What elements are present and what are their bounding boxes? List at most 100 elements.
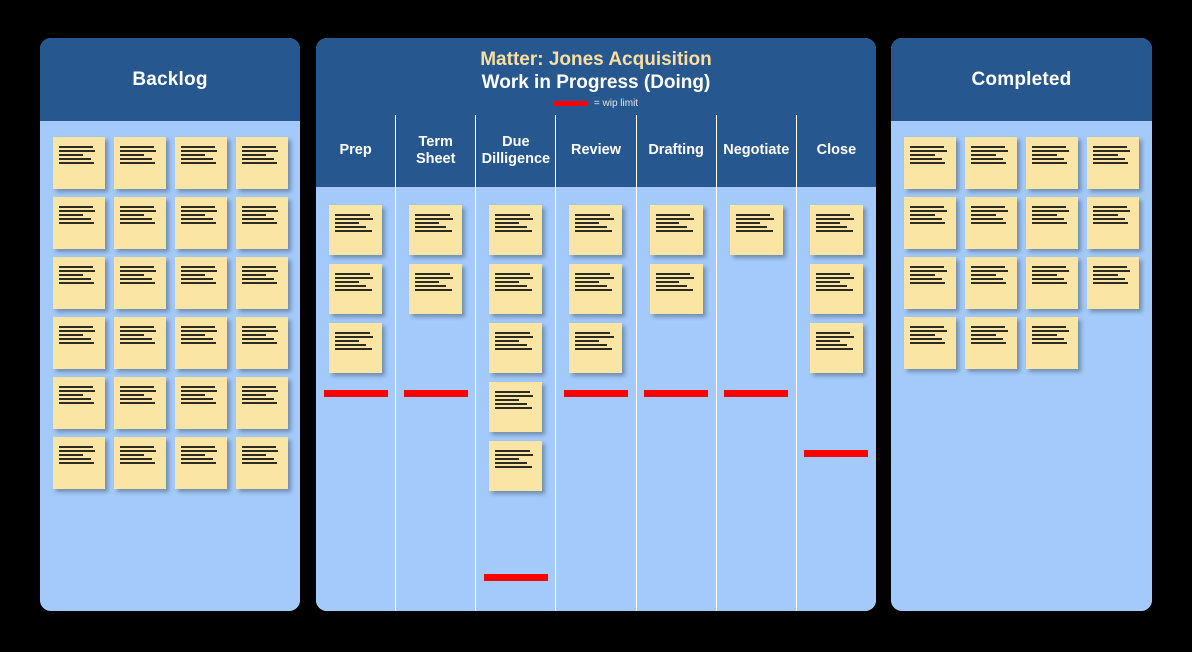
sticky-note-card[interactable]	[52, 197, 105, 249]
wip-board-title: Work in Progress (Doing)	[481, 71, 711, 93]
sticky-note-card[interactable]	[174, 197, 227, 249]
wip-column-review[interactable]: Review	[556, 114, 636, 611]
completed-body[interactable]	[891, 121, 1152, 611]
wip-column-prep[interactable]: Prep	[316, 114, 396, 611]
wip-limit-marker	[644, 389, 709, 397]
backlog-header: Backlog	[40, 38, 300, 121]
sticky-note-card[interactable]	[113, 437, 166, 489]
wip-column-header: Close	[796, 114, 876, 187]
sticky-note-card[interactable]	[174, 137, 227, 189]
note-text-lines	[119, 326, 160, 344]
wip-column-due-dilligence[interactable]: Due Dilligence	[476, 114, 556, 611]
sticky-note-card[interactable]	[235, 317, 288, 369]
sticky-note-card[interactable]	[1026, 137, 1078, 189]
sticky-note-card[interactable]	[904, 317, 956, 369]
note-text-lines	[241, 326, 282, 344]
sticky-note-card[interactable]	[809, 263, 863, 314]
sticky-note-card[interactable]	[489, 381, 543, 432]
sticky-note-card[interactable]	[174, 257, 227, 309]
sticky-note-card[interactable]	[965, 257, 1017, 309]
note-text-lines	[910, 326, 950, 344]
sticky-note-card[interactable]	[235, 197, 288, 249]
sticky-note-card[interactable]	[649, 204, 703, 255]
sticky-note-card[interactable]	[113, 137, 166, 189]
wip-limit-marker	[724, 389, 789, 397]
sticky-note-card[interactable]	[52, 377, 105, 429]
note-text-lines	[971, 266, 1011, 284]
note-text-lines	[1032, 266, 1072, 284]
wip-limit-marker	[804, 449, 869, 457]
wip-column-close[interactable]: Close	[796, 114, 876, 611]
sticky-note-card[interactable]	[904, 257, 956, 309]
wip-header: Matter: Jones Acquisition Work in Progre…	[316, 38, 876, 115]
note-text-lines	[415, 272, 456, 291]
note-text-lines	[241, 386, 282, 404]
sticky-note-card[interactable]	[329, 263, 383, 314]
sticky-note-card[interactable]	[489, 322, 543, 373]
sticky-note-card[interactable]	[809, 322, 863, 373]
note-text-lines	[910, 146, 950, 164]
sticky-note-card[interactable]	[965, 317, 1017, 369]
sticky-note-card[interactable]	[1026, 197, 1078, 249]
sticky-note-card[interactable]	[904, 137, 956, 189]
sticky-note-card[interactable]	[809, 204, 863, 255]
sticky-note-card[interactable]	[965, 197, 1017, 249]
note-text-lines	[1032, 146, 1072, 164]
backlog-body[interactable]	[40, 121, 300, 611]
note-text-lines	[119, 446, 160, 464]
sticky-note-card[interactable]	[52, 137, 105, 189]
sticky-note-card[interactable]	[113, 317, 166, 369]
note-text-lines	[119, 206, 160, 224]
sticky-note-card[interactable]	[569, 263, 623, 314]
wip-column-negotiate[interactable]: Negotiate	[716, 114, 796, 611]
sticky-note-card[interactable]	[1026, 317, 1078, 369]
sticky-note-card[interactable]	[569, 204, 623, 255]
sticky-note-card[interactable]	[113, 197, 166, 249]
note-text-lines	[335, 272, 376, 291]
sticky-note-card[interactable]	[52, 317, 105, 369]
sticky-note-card[interactable]	[409, 263, 463, 314]
wip-limit-legend-label: = wip limit	[593, 97, 639, 109]
sticky-note-card[interactable]	[52, 257, 105, 309]
sticky-note-card[interactable]	[329, 322, 383, 373]
sticky-note-card[interactable]	[113, 377, 166, 429]
note-text-lines	[1032, 206, 1072, 224]
sticky-note-card[interactable]	[489, 263, 543, 314]
backlog-panel: Backlog	[40, 38, 300, 611]
wip-limit-marker	[483, 573, 548, 581]
sticky-note-card[interactable]	[569, 322, 623, 373]
sticky-note-card[interactable]	[729, 204, 783, 255]
wip-column-drafting[interactable]: Drafting	[636, 114, 716, 611]
sticky-note-card[interactable]	[1026, 257, 1078, 309]
sticky-note-card[interactable]	[409, 204, 463, 255]
backlog-card-grid	[40, 121, 300, 489]
note-text-lines	[1093, 266, 1133, 284]
wip-column-term-sheet[interactable]: Term Sheet	[396, 114, 476, 611]
sticky-note-card[interactable]	[174, 377, 227, 429]
sticky-note-card[interactable]	[235, 377, 288, 429]
wip-limit-marker	[563, 389, 628, 397]
sticky-note-card[interactable]	[52, 437, 105, 489]
wip-column-body	[556, 187, 635, 611]
sticky-note-card[interactable]	[329, 204, 383, 255]
sticky-note-card[interactable]	[235, 437, 288, 489]
wip-column-body	[316, 187, 395, 611]
sticky-note-card[interactable]	[489, 204, 543, 255]
wip-column-body	[396, 187, 475, 611]
sticky-note-card[interactable]	[1087, 257, 1139, 309]
sticky-note-card[interactable]	[649, 263, 703, 314]
sticky-note-card[interactable]	[489, 440, 543, 491]
sticky-note-card[interactable]	[235, 137, 288, 189]
sticky-note-card[interactable]	[1087, 137, 1139, 189]
sticky-note-card[interactable]	[174, 437, 227, 489]
sticky-note-card[interactable]	[174, 317, 227, 369]
sticky-note-card[interactable]	[965, 137, 1017, 189]
sticky-note-card[interactable]	[235, 257, 288, 309]
sticky-note-card[interactable]	[904, 197, 956, 249]
note-text-lines	[1032, 326, 1072, 344]
note-text-lines	[655, 213, 697, 232]
note-text-lines	[815, 331, 857, 350]
sticky-note-card[interactable]	[113, 257, 166, 309]
work-in-progress-panel: Matter: Jones Acquisition Work in Progre…	[316, 38, 876, 611]
sticky-note-card[interactable]	[1087, 197, 1139, 249]
